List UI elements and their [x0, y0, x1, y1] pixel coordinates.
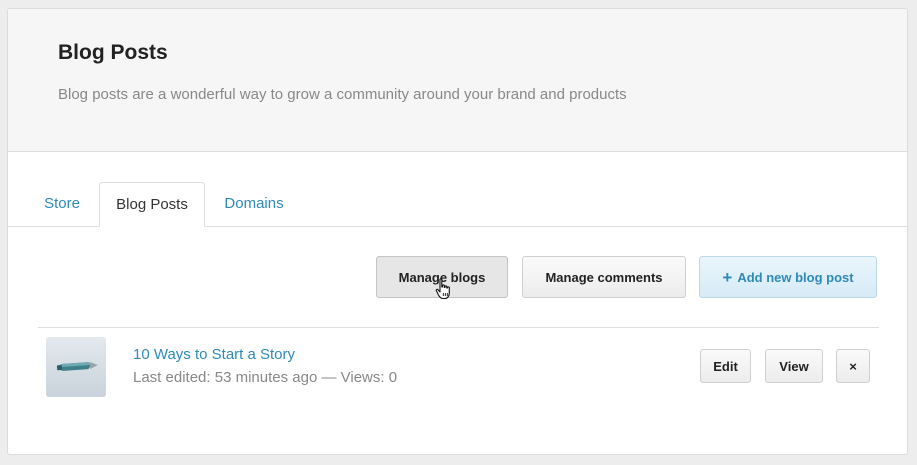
edit-post-button[interactable]: Edit: [700, 349, 751, 383]
close-icon: ×: [849, 358, 857, 374]
post-title-link[interactable]: 10 Ways to Start a Story: [133, 346, 295, 363]
tab-store[interactable]: Store: [28, 182, 96, 226]
divider: [38, 327, 879, 328]
pen-icon: [56, 362, 98, 371]
tab-blog-posts[interactable]: Blog Posts: [99, 182, 205, 227]
manage-comments-label: Manage comments: [545, 269, 663, 285]
view-label: View: [779, 358, 809, 374]
page-title: Blog Posts: [58, 41, 168, 64]
manage-comments-button[interactable]: Manage comments: [522, 256, 686, 298]
tab-domains[interactable]: Domains: [212, 182, 296, 226]
tab-bar: Store Blog Posts Domains: [8, 182, 907, 227]
hand-pointer-icon: [435, 278, 450, 300]
add-new-blog-post-button[interactable]: + Add new blog post: [699, 256, 877, 298]
blog-posts-panel: Blog Posts Blog posts are a wonderful wa…: [7, 8, 908, 455]
add-new-blog-post-label: Add new blog post: [737, 269, 854, 285]
plus-icon: +: [722, 267, 733, 287]
page-subtitle: Blog posts are a wonderful way to grow a…: [58, 86, 627, 103]
post-thumbnail[interactable]: [46, 337, 106, 397]
view-post-button[interactable]: View: [765, 349, 823, 383]
page-header: Blog Posts Blog posts are a wonderful wa…: [8, 9, 907, 152]
edit-label: Edit: [713, 358, 738, 374]
delete-post-button[interactable]: ×: [836, 349, 870, 383]
post-meta: Last edited: 53 minutes ago — Views: 0: [133, 369, 398, 386]
